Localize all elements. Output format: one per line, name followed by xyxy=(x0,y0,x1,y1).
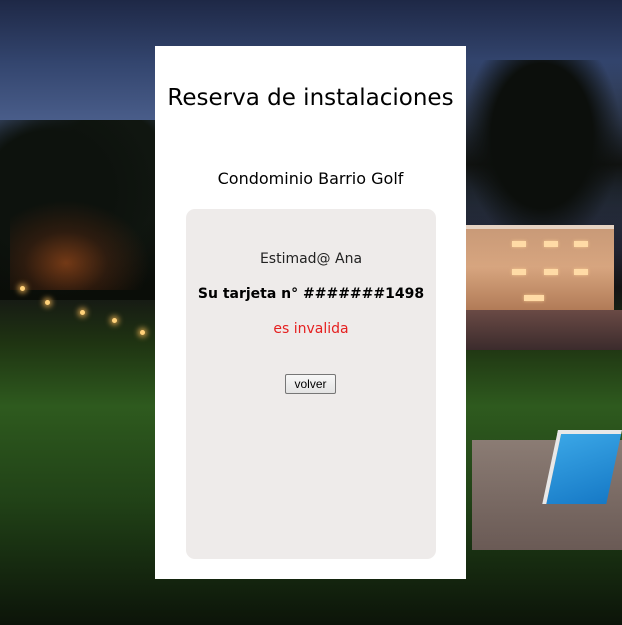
back-button[interactable]: volver xyxy=(285,374,336,394)
greeting-text: Estimad@ Ana xyxy=(259,251,363,267)
message-panel: Estimad@ Ana Su tarjeta n° #######1498 e… xyxy=(186,209,436,559)
garden-lamp xyxy=(20,286,25,291)
garden-lamp xyxy=(45,300,50,305)
invalid-status-text: es invalida xyxy=(273,321,349,337)
garden-lamp xyxy=(140,330,145,335)
condominium-name: Condominio Barrio Golf xyxy=(217,169,404,188)
background-lights-glow xyxy=(10,200,150,290)
card-number-text: Su tarjeta n° #######1498 xyxy=(197,286,425,302)
garden-lamp xyxy=(80,310,85,315)
garden-lamp xyxy=(112,318,117,323)
page-title: Reserva de instalaciones xyxy=(167,85,454,111)
background-road xyxy=(462,310,622,350)
reservation-card: Reserva de instalaciones Condominio Barr… xyxy=(155,46,466,579)
background-trees-right xyxy=(462,60,622,250)
